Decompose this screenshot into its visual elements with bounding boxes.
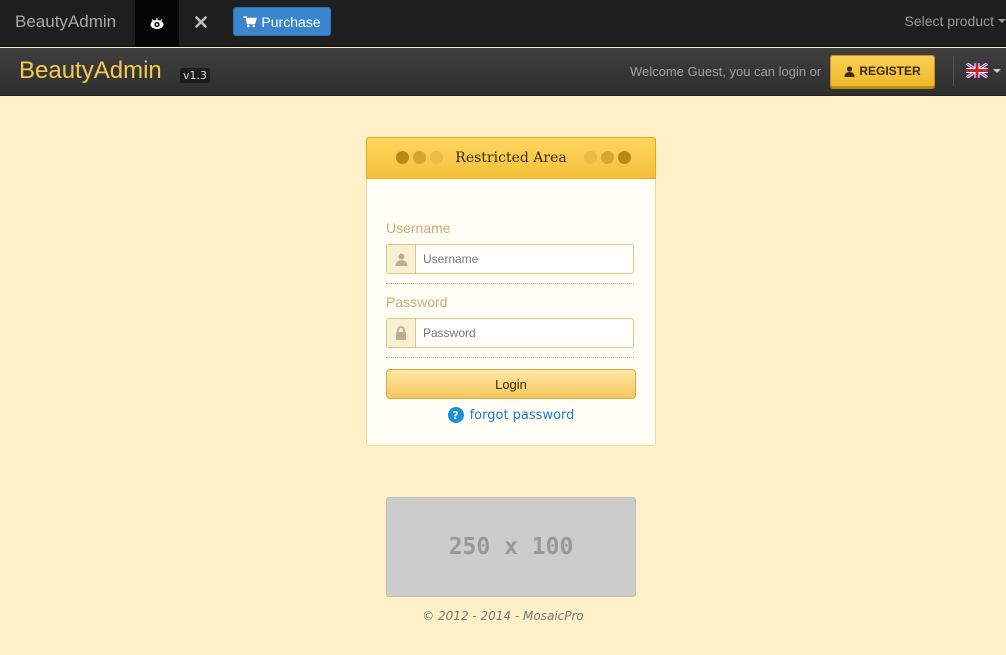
login-panel: Restricted Area Username Password Login …: [366, 137, 656, 446]
preview-tab[interactable]: [135, 0, 179, 47]
close-icon: [195, 16, 207, 28]
chevron-down-icon: [998, 19, 1006, 23]
decor-dot: [618, 151, 631, 164]
username-label: Username: [386, 220, 451, 236]
user-icon: [395, 253, 407, 266]
username-input[interactable]: [423, 250, 623, 268]
app-logo[interactable]: BeautyAdmin: [19, 57, 162, 85]
chevron-down-icon: [993, 68, 1001, 73]
purchase-label: Purchase: [261, 13, 321, 30]
select-product-dropdown[interactable]: Select product: [905, 13, 1006, 29]
password-field: [386, 318, 634, 348]
login-button[interactable]: Login: [386, 369, 636, 399]
footer-copyright: © 2012 - 2014 - MosaicPro: [422, 609, 584, 623]
purchase-button[interactable]: Purchase: [233, 7, 331, 36]
field-separator: [386, 357, 634, 358]
uk-flag-icon: [966, 63, 988, 78]
app-header: BeautyAdmin v1.3 Welcome Guest, you can …: [0, 48, 1006, 96]
forgot-password-link[interactable]: forgot password: [470, 408, 575, 423]
welcome-text: Welcome Guest, you can login or: [630, 64, 822, 79]
forgot-password-row: ? forgot password: [367, 407, 655, 423]
decor-dot: [601, 151, 614, 164]
header-divider: [953, 56, 954, 86]
version-badge: v1.3: [180, 68, 211, 83]
decor-dot: [584, 151, 597, 164]
password-addon: [387, 319, 416, 347]
user-icon: [844, 65, 855, 77]
username-addon: [387, 245, 416, 273]
lock-icon: [396, 326, 406, 340]
select-product-label: Select product: [904, 13, 995, 29]
ad-placeholder-image: 250 x 100: [386, 497, 636, 597]
password-label: Password: [386, 294, 448, 310]
eye-icon: [150, 17, 164, 29]
cart-icon: [243, 15, 258, 27]
navbar-brand[interactable]: BeautyAdmin: [15, 12, 116, 32]
close-button[interactable]: [186, 9, 216, 35]
register-button[interactable]: REGISTER: [830, 55, 935, 87]
register-label: REGISTER: [859, 64, 921, 78]
help-circle-icon: ?: [447, 407, 464, 423]
top-navbar: BeautyAdmin Purchase Select product: [0, 0, 1006, 47]
language-dropdown[interactable]: [966, 63, 1001, 78]
password-input[interactable]: [423, 324, 623, 342]
field-separator: [386, 283, 634, 284]
panel-header: Restricted Area: [366, 137, 656, 179]
username-field: [386, 244, 634, 274]
